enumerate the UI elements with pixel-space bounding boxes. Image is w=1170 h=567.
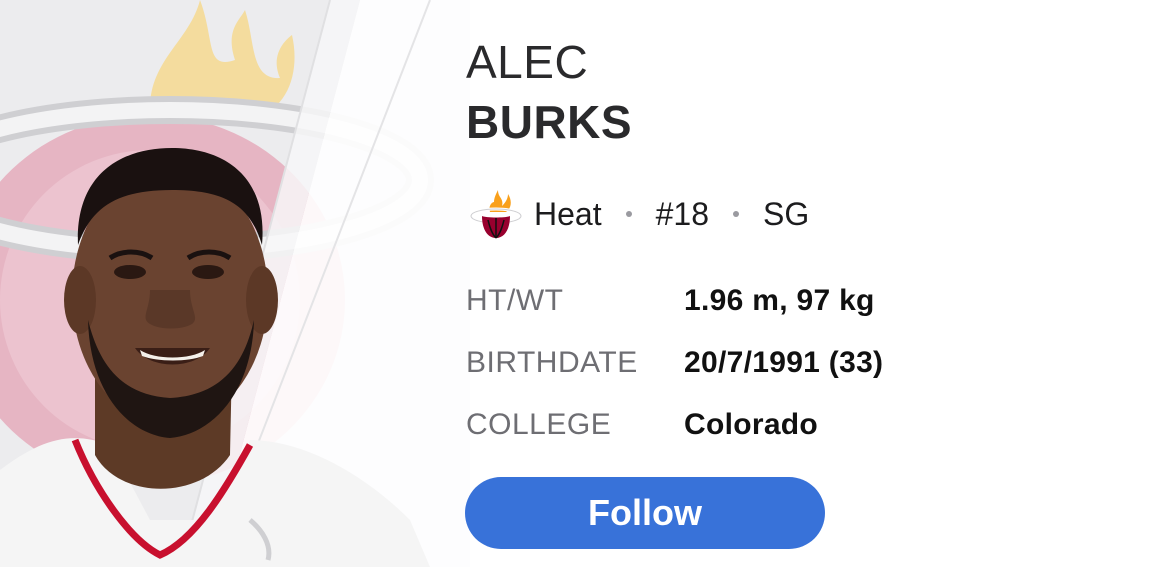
player-first-name: ALEC — [466, 36, 589, 88]
detail-value: Colorado — [684, 408, 819, 441]
detail-row-birthdate: BIRTHDATE 20/7/1991 (33) — [466, 332, 883, 394]
separator-dot — [625, 211, 632, 217]
player-details: HT/WT 1.96 m, 97 kg BIRTHDATE 20/7/1991 … — [466, 270, 883, 456]
detail-row-height-weight: HT/WT 1.96 m, 97 kg — [466, 270, 883, 332]
team-info-row: Heat #18 SG — [468, 186, 809, 242]
heat-logo-icon[interactable] — [468, 186, 524, 242]
player-position: SG — [762, 195, 810, 232]
separator-dot — [732, 211, 739, 217]
detail-row-college: COLLEGE Colorado — [466, 394, 883, 456]
detail-value: 1.96 m, 97 kg — [684, 284, 875, 317]
follow-button[interactable]: Follow — [465, 477, 825, 549]
player-last-name: BURKS — [466, 96, 633, 148]
detail-label: HT/WT — [466, 284, 564, 317]
jersey-number: #18 — [655, 195, 709, 232]
detail-label: COLLEGE — [466, 408, 612, 441]
detail-label: BIRTHDATE — [466, 346, 638, 379]
team-logo-background — [0, 0, 470, 567]
player-hero — [0, 0, 470, 567]
team-name[interactable]: Heat — [534, 196, 602, 233]
detail-value: 20/7/1991 (33) — [684, 346, 884, 379]
